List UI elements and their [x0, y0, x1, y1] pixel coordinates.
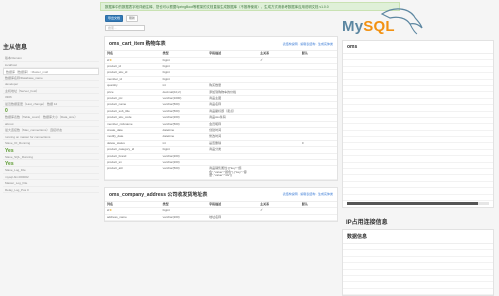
usage-bar [347, 201, 489, 205]
ip-info-list [343, 244, 493, 296]
refresh-button[interactable]: 刷新 [126, 15, 139, 22]
table-cell: varchar(200) [160, 214, 208, 221]
mysql-logo: MySQL [342, 4, 487, 38]
table-panel-header: oms_cart_item 购物车表 表结构说明 · 编辑表结构 · 生成实体类 [105, 37, 337, 51]
table-cell [299, 214, 337, 221]
table-cell [299, 165, 337, 180]
table-row: product_attr varchar(500) 商品销售属性:[{"key":"… [105, 165, 337, 180]
ip-section-title: IP占用连接信息 [346, 219, 388, 226]
ip-info-title: 数据信息 [343, 230, 493, 244]
table-cell [258, 214, 300, 221]
table-cell: 地址名称 [207, 214, 259, 221]
table-actions[interactable]: 表结构说明 · 编辑表结构 · 生成实体类 [283, 42, 333, 46]
sidebar: 主从信息 版本/Version localhost 数据库（数据库）: Master… [3, 42, 99, 262]
table-panel: oms_company_address 公司收发货地址表 表结构说明 · 编辑表结… [104, 186, 338, 222]
sidebar-list: 版本/Version localhost 数据库（数据库）: Master_mall… [3, 55, 99, 193]
table-title[interactable]: oms_cart_item 购物车表 [109, 40, 166, 47]
db-info-title: oms [343, 41, 493, 54]
table-actions[interactable]: 表结构说明 · 编辑表结构 · 生成实体类 [283, 192, 333, 196]
table-title[interactable]: oms_company_address 公司收发货地址表 [109, 191, 207, 198]
table-panel-header: oms_company_address 公司收发货地址表 表结构说明 · 编辑表结… [105, 188, 337, 202]
sidebar-row: 0 [3, 107, 99, 114]
ip-info-panel: 数据信息 [342, 228, 494, 296]
db-info-row [343, 195, 493, 201]
table-panel: oms_cart_item 购物车表 表结构说明 · 编辑表结构 · 生成实体类列… [104, 36, 338, 181]
db-info-panel: oms [342, 40, 494, 208]
primary-key-icon: ✓ [260, 208, 264, 213]
right-column: oms IP占用连接信息 数据信息 [342, 40, 494, 296]
table-cell [258, 165, 300, 180]
primary-key-icon: ✓ [260, 57, 264, 62]
sidebar-row: Relay_Log_Pos 0 [3, 187, 99, 193]
table-cell: address_name [105, 214, 161, 221]
logo-text: MySQL [342, 18, 395, 35]
columns-table: 列名 类型 字段描述 主关系 默认 id★ bigint ✓ address_name varch… [105, 201, 337, 221]
key-icon: ★ [109, 208, 113, 213]
export-doc-button[interactable]: 导出文档 [105, 15, 124, 22]
table-list: oms_cart_item 购物车表 表结构说明 · 编辑表结构 · 生成实体类列… [104, 36, 338, 262]
columns-table: 列名 类型 字段描述 主关系 默认 id★ bigint ✓ product_id bigint p… [105, 51, 337, 180]
usage-bar-fill [347, 201, 478, 205]
key-icon: ★ [109, 57, 113, 62]
table-cell: varchar(500) [160, 165, 208, 180]
sidebar-row: Yes [3, 160, 99, 167]
sidebar-row: Yes [3, 147, 99, 154]
sidebar-title: 主从信息 [3, 45, 28, 51]
db-info-list [343, 54, 493, 201]
ip-info-row [343, 289, 493, 296]
table-cell: product_attr [105, 165, 161, 180]
search-input[interactable]: 搜索... [105, 25, 145, 31]
table-cell: 商品销售属性:[{"key":"颜色","value":"颜色"},{"key"… [207, 165, 259, 180]
table-row: address_name varchar(200) 地址名称 [105, 214, 337, 221]
toolbar: 导出文档 刷新 [105, 15, 165, 23]
